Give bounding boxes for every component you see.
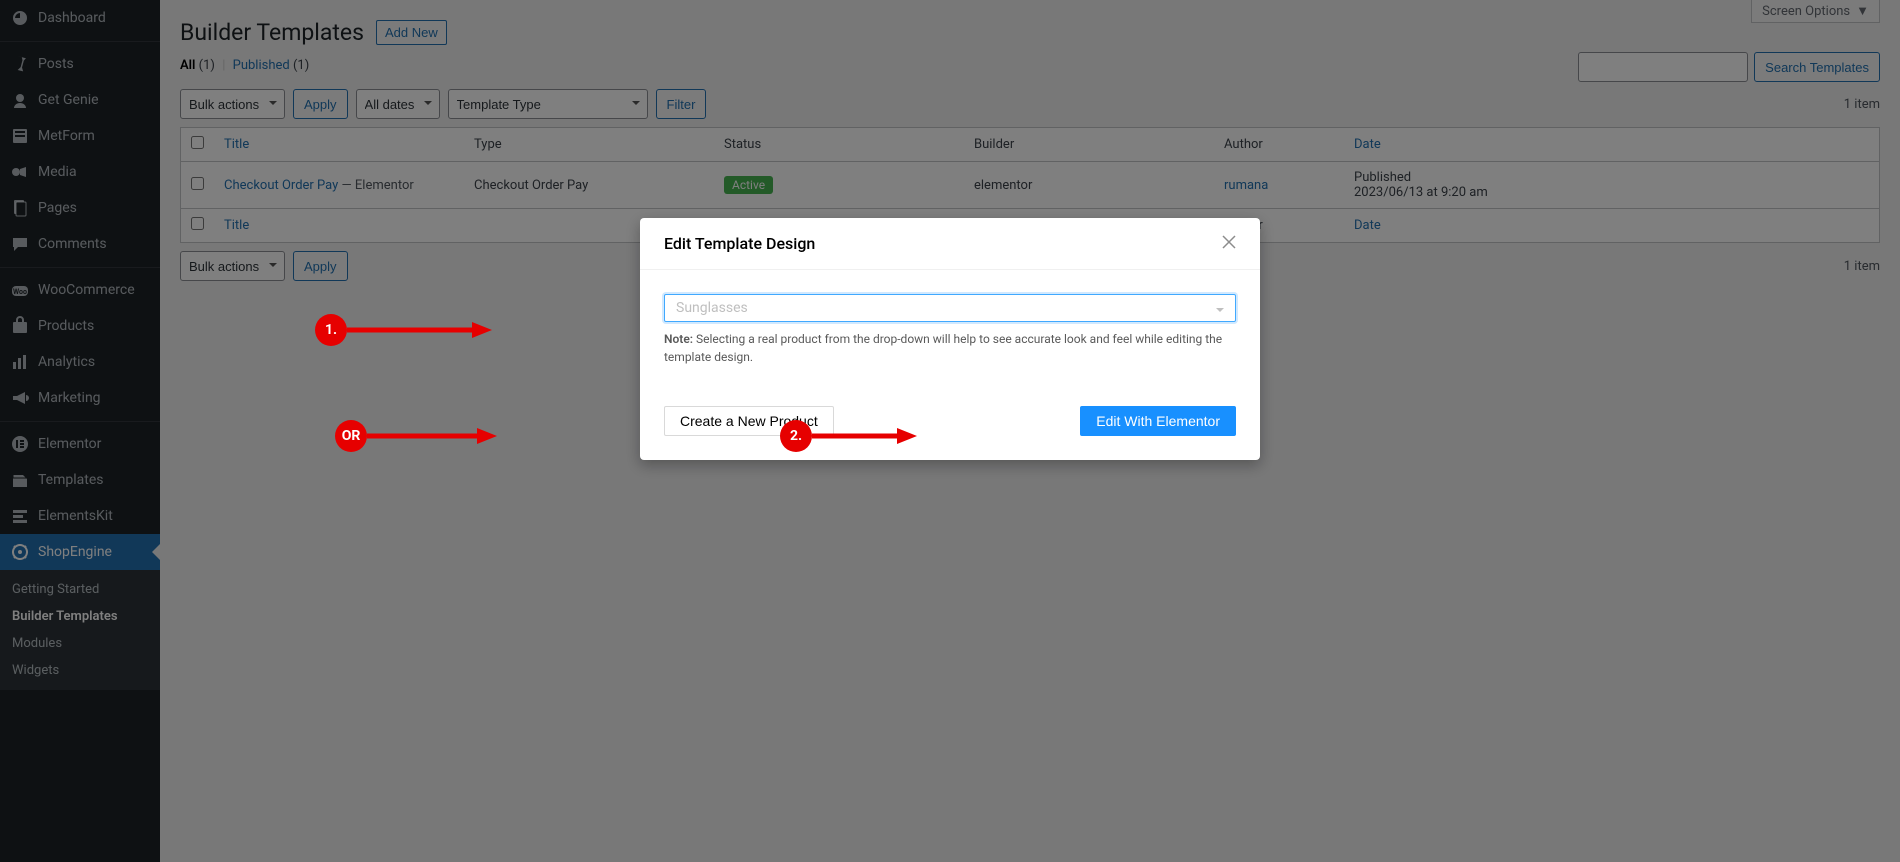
annotation-arrow-1 xyxy=(347,322,492,342)
modal-title: Edit Template Design xyxy=(664,234,815,253)
edit-with-elementor-button[interactable]: Edit With Elementor xyxy=(1080,406,1236,436)
modal-actions: Create a New Product Edit With Elementor xyxy=(664,406,1236,436)
annotation-badge-1: 1. xyxy=(315,314,347,346)
modal-body: Sunglasses Note: Selecting a real produc… xyxy=(640,270,1260,460)
product-select-placeholder: Sunglasses xyxy=(676,300,748,316)
annotation-arrow-or xyxy=(367,428,497,448)
note-text: Selecting a real product from the drop-d… xyxy=(664,332,1222,364)
annotation-badge-or: OR xyxy=(335,420,367,452)
modal-header: Edit Template Design xyxy=(640,218,1260,270)
modal-close-button[interactable] xyxy=(1222,234,1236,253)
annotation-arrow-2 xyxy=(812,428,917,448)
edit-template-modal: Edit Template Design Sunglasses Note: Se… xyxy=(640,218,1260,460)
close-icon xyxy=(1222,235,1236,249)
note-label: Note: xyxy=(664,332,693,346)
product-select[interactable]: Sunglasses xyxy=(664,294,1236,322)
modal-note: Note: Selecting a real product from the … xyxy=(664,330,1236,366)
annotation-badge-2: 2. xyxy=(780,420,812,452)
